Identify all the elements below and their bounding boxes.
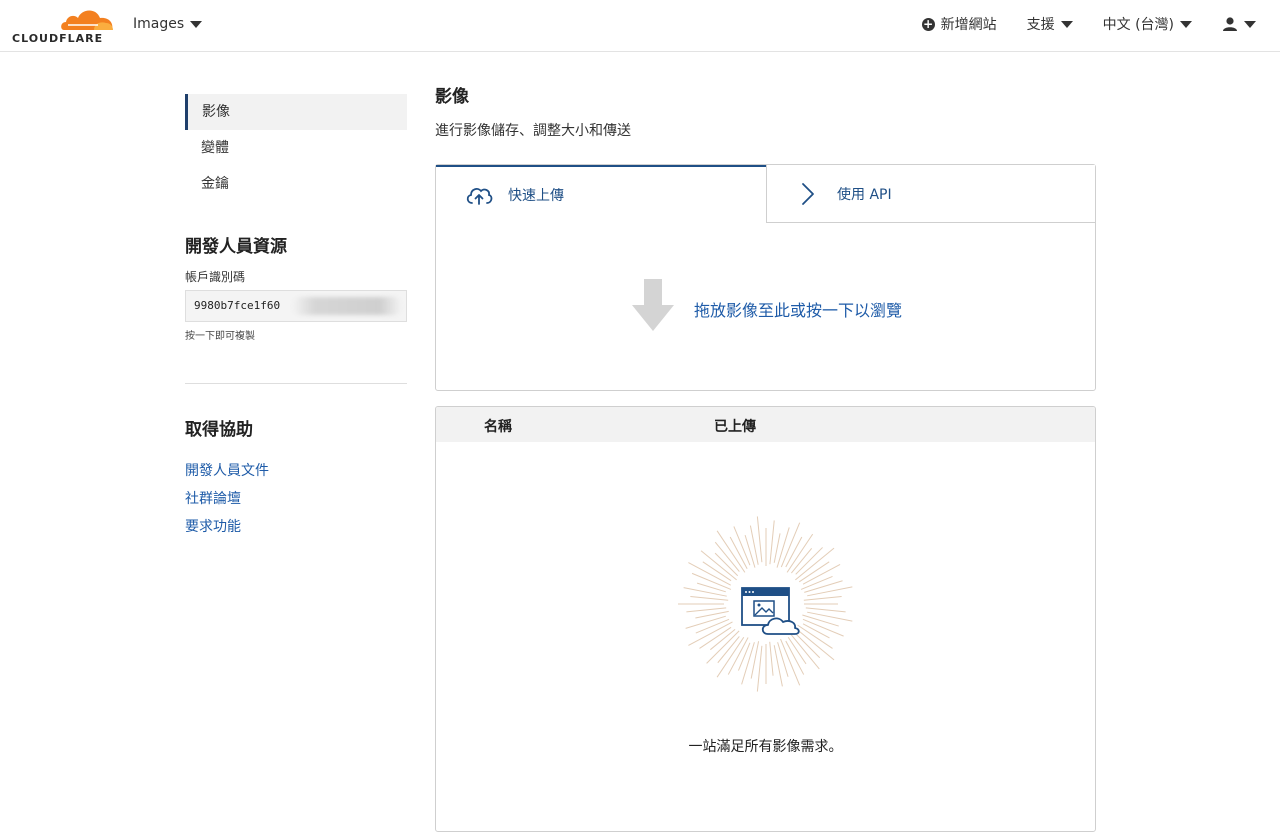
add-site-button[interactable]: + 新增網站 [921, 14, 997, 34]
support-menu[interactable]: 支援 [1027, 14, 1073, 34]
language-menu[interactable]: 中文 (台灣) [1103, 14, 1192, 34]
burst-ray [796, 628, 835, 661]
empty-state-message: 一站滿足所有影像需求。 [688, 739, 843, 755]
burst-ray [686, 607, 727, 613]
redacted-blur [292, 297, 402, 315]
burst-ray [750, 641, 760, 679]
burst-ray [706, 630, 740, 664]
developer-docs-link[interactable]: 開發人員文件 [185, 457, 269, 485]
top-navigation-bar: CLOUDFLARE Images + 新增網站 支援 中文 (台灣) [0, 0, 1280, 52]
tab-quick-upload[interactable]: 快速上傳 [436, 165, 766, 223]
account-id-field[interactable]: 9980b7fce1f60 [185, 290, 407, 322]
caret-down-icon [190, 20, 203, 28]
images-table: 名稱 已上傳 一站滿足所有影像需求。 [435, 406, 1096, 832]
table-header: 名稱 已上傳 [436, 407, 1095, 442]
burst-ray [690, 596, 729, 601]
user-menu[interactable] [1222, 16, 1256, 32]
header-actions: + 新增網站 支援 中文 (台灣) [892, 14, 1256, 34]
request-feature-link[interactable]: 要求功能 [185, 513, 269, 541]
dropzone-label: 拖放影像至此或按一下以瀏覽 [694, 301, 903, 320]
burst-ray [769, 520, 775, 565]
sidebar-item-variants[interactable]: 變體 [185, 130, 407, 166]
tab-label: 快速上傳 [508, 188, 564, 204]
arrow-down-icon [632, 279, 674, 331]
burst-ray [789, 633, 820, 670]
burst-ray [756, 645, 763, 692]
caret-down-icon [1180, 20, 1192, 28]
sidebar: 影像 變體 金鑰 開發人員資源 帳戶識別碼 9980b7fce1f60 按一下即… [185, 94, 407, 535]
add-site-label: 新增網站 [940, 17, 997, 33]
cloudflare-logo[interactable]: CLOUDFLARE [10, 6, 113, 46]
sidebar-item-label: 金鑰 [201, 176, 229, 192]
account-id-label: 帳戶識別碼 [185, 270, 246, 284]
sidebar-item-label: 變體 [201, 140, 229, 156]
empty-state-illustration [678, 516, 853, 692]
chevron-right-icon [802, 182, 814, 205]
cloud-upload-icon [466, 188, 493, 205]
burst-ray [803, 596, 842, 601]
burst-ray [804, 580, 843, 593]
burst-ray [807, 611, 853, 622]
page-subtitle: 進行影像儲存、調整大小和傳送 [435, 123, 631, 139]
upload-card: 快速上傳 使用 API 拖放影像至此或按一下以瀏覽 [435, 164, 1096, 391]
upload-tabs: 快速上傳 使用 API [436, 165, 1095, 223]
sidebar-item-label: 影像 [202, 104, 230, 120]
developer-resources-heading: 開發人員資源 [185, 237, 287, 257]
burst-ray [716, 530, 746, 573]
language-label: 中文 (台灣) [1102, 17, 1174, 33]
cloud-logo-icon [61, 10, 113, 30]
sidebar-item-images[interactable]: 影像 [185, 94, 407, 130]
burst-ray [769, 641, 774, 676]
burst-ray [737, 642, 751, 671]
help-links: 開發人員文件 社群論壇 要求功能 [185, 457, 269, 541]
sidebar-item-keys[interactable]: 金鑰 [185, 166, 407, 202]
main-content: 影像 進行影像儲存、調整大小和傳送 快速上傳 使用 API 拖放影像至此或按一下… [435, 80, 1096, 832]
burst-ray [773, 533, 781, 563]
column-header-uploaded[interactable]: 已上傳 [714, 416, 756, 436]
burst-ray [700, 550, 737, 581]
account-id-value: 9980b7fce1f60 [194, 299, 281, 312]
burst-ray [756, 516, 763, 563]
burst-ray [696, 582, 726, 593]
get-help-heading: 取得協助 [185, 420, 253, 440]
support-label: 支援 [1026, 17, 1055, 33]
image-dropzone[interactable]: 拖放影像至此或按一下以瀏覽 [436, 223, 1095, 390]
sidebar-divider [185, 383, 407, 384]
plus-circle-icon: + [921, 16, 935, 31]
burst-ray [805, 607, 846, 613]
tab-label: 使用 API [837, 186, 892, 203]
logo-wordmark: CLOUDFLARE [12, 32, 104, 45]
product-switcher[interactable]: Images [133, 16, 203, 32]
burst-ray [807, 586, 853, 597]
user-icon [1223, 17, 1237, 31]
burst-ray [802, 614, 839, 627]
copy-hint: 按一下即可複製 [185, 331, 255, 342]
burst-ray [685, 615, 726, 629]
burst-ray [749, 525, 759, 565]
column-header-name[interactable]: 名稱 [484, 416, 512, 436]
burst-ray [773, 645, 783, 687]
caret-down-icon [1244, 20, 1256, 28]
product-label: Images [133, 16, 185, 32]
caret-down-icon [1060, 20, 1073, 28]
burst-ray [795, 547, 835, 581]
tab-use-api[interactable]: 使用 API [766, 165, 1095, 223]
burst-ray [683, 587, 727, 597]
page-title: 影像 [435, 87, 469, 107]
community-forum-link[interactable]: 社群論壇 [185, 485, 269, 513]
